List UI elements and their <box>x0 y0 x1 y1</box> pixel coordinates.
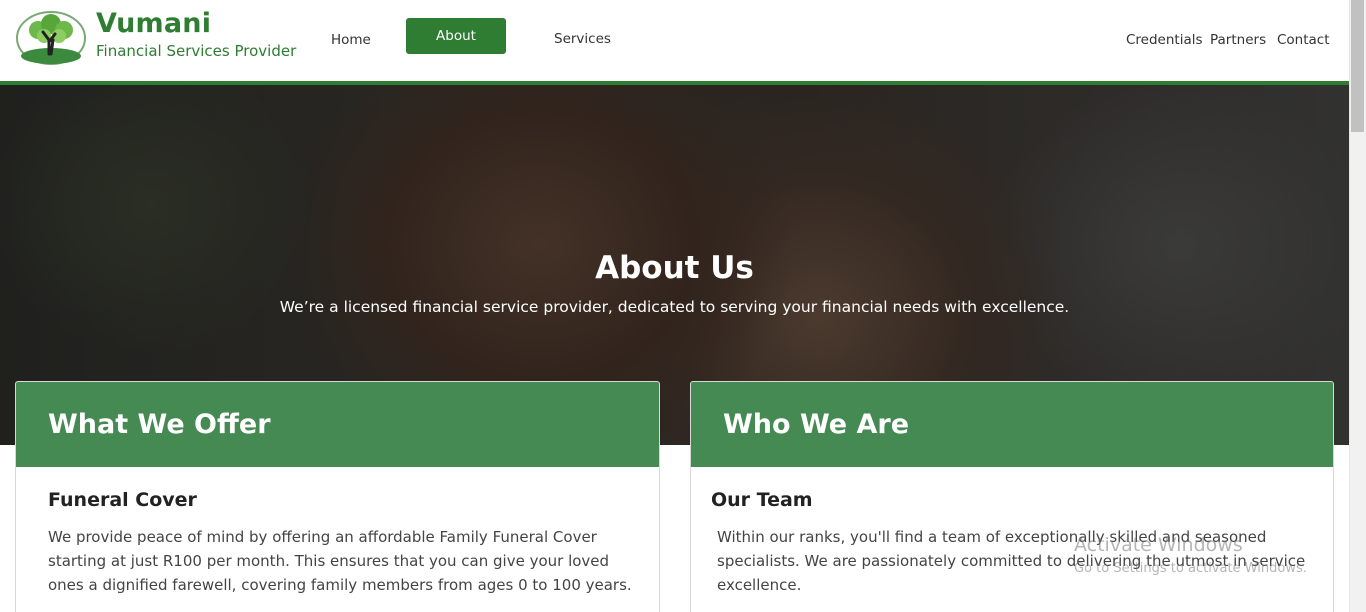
nav-services[interactable]: Services <box>554 30 611 48</box>
offer-text: We provide peace of mind by offering an … <box>48 528 632 594</box>
nav-about[interactable]: About <box>406 18 506 54</box>
activation-watermark: Activate Windows Go to Settings to activ… <box>1074 533 1307 578</box>
nav-partners[interactable]: Partners <box>1210 31 1266 49</box>
brand[interactable]: Vumani Financial Services Provider <box>96 8 296 61</box>
offer-heading: What We Offer <box>16 382 659 467</box>
page-title: About Us <box>595 250 754 286</box>
who-heading: Who We Are <box>691 382 1333 467</box>
nav-home[interactable]: Home <box>331 31 371 49</box>
scrollbar-thumb[interactable] <box>1351 0 1364 132</box>
site-header: Vumani Financial Services Provider Home … <box>0 0 1349 82</box>
offer-subheading: Funeral Cover <box>48 489 197 511</box>
watermark-title: Activate Windows <box>1074 534 1243 556</box>
brand-name: Vumani <box>96 8 212 39</box>
nav-credentials[interactable]: Credentials <box>1126 31 1203 49</box>
hero-subtitle: We’re a licensed financial service provi… <box>279 298 1070 316</box>
offer-card: What We Offer Funeral Cover We provide p… <box>15 381 660 612</box>
watermark-subtitle: Go to Settings to activate Windows. <box>1074 561 1307 576</box>
brand-tagline: Financial Services Provider <box>96 42 297 60</box>
who-subheading: Our Team <box>711 489 813 511</box>
logo-tree-icon[interactable] <box>16 10 86 66</box>
nav-contact[interactable]: Contact <box>1277 31 1330 49</box>
